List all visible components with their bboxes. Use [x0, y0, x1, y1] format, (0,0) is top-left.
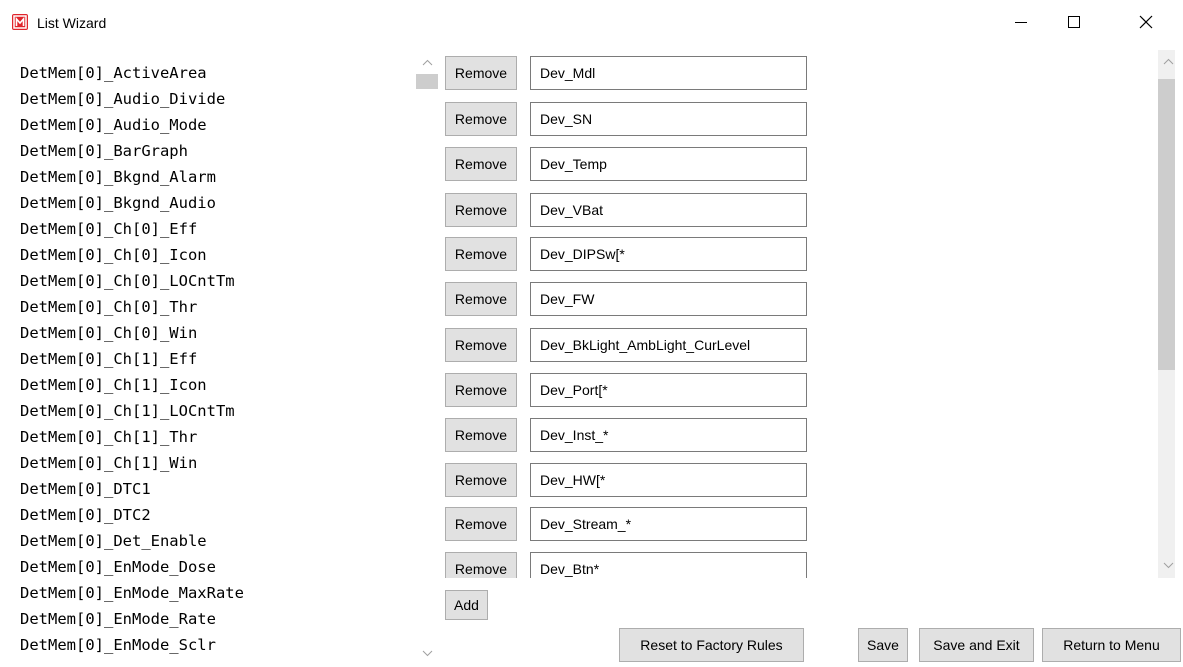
remove-button[interactable]: Remove	[445, 373, 517, 407]
rule-field[interactable]: Dev_SN	[530, 102, 807, 136]
reset-factory-rules-button[interactable]: Reset to Factory Rules	[619, 628, 804, 662]
list-item[interactable]: DetMem[0]_EnMode_Rate	[20, 610, 216, 629]
remove-button[interactable]: Remove	[445, 282, 517, 316]
save-and-exit-button[interactable]: Save and Exit	[919, 628, 1034, 662]
return-to-menu-button[interactable]: Return to Menu	[1042, 628, 1181, 662]
scroll-up-icon[interactable]	[1160, 56, 1177, 68]
rule-field[interactable]: Dev_VBat	[530, 193, 807, 227]
remove-button[interactable]: Remove	[445, 328, 517, 362]
rule-field[interactable]: Dev_DIPSw[*	[530, 237, 807, 271]
remove-button[interactable]: Remove	[445, 147, 517, 181]
remove-button[interactable]: Remove	[445, 463, 517, 497]
save-button[interactable]: Save	[858, 628, 908, 662]
rule-field[interactable]: Dev_Mdl	[530, 56, 807, 90]
remove-button[interactable]: Remove	[445, 56, 517, 90]
rule-field[interactable]: Dev_FW	[530, 282, 807, 316]
list-item[interactable]: DetMem[0]_EnMode_Sclr	[20, 636, 216, 655]
remove-button[interactable]: Remove	[445, 552, 517, 578]
rules-panel: Remove Dev_Mdl Remove Dev_SN Remove Dev_…	[0, 0, 1183, 578]
rule-field[interactable]: Dev_Port[*	[530, 373, 807, 407]
list-item[interactable]: DetMem[0]_EnMode_MaxRate	[20, 584, 244, 603]
rule-field[interactable]: Dev_HW[*	[530, 463, 807, 497]
scroll-down-icon[interactable]	[1160, 559, 1177, 571]
remove-button[interactable]: Remove	[445, 507, 517, 541]
rules-scrollbar-thumb[interactable]	[1158, 79, 1175, 370]
rule-field[interactable]: Dev_Temp	[530, 147, 807, 181]
rule-field[interactable]: Dev_Btn*	[530, 552, 807, 578]
rule-field[interactable]: Dev_BkLight_AmbLight_CurLevel	[530, 328, 807, 362]
remove-button[interactable]: Remove	[445, 193, 517, 227]
remove-button[interactable]: Remove	[445, 418, 517, 452]
rule-field[interactable]: Dev_Stream_*	[530, 507, 807, 541]
add-button[interactable]: Add	[445, 590, 488, 620]
remove-button[interactable]: Remove	[445, 237, 517, 271]
scroll-down-icon[interactable]	[419, 647, 436, 659]
rule-field[interactable]: Dev_Inst_*	[530, 418, 807, 452]
remove-button[interactable]: Remove	[445, 102, 517, 136]
